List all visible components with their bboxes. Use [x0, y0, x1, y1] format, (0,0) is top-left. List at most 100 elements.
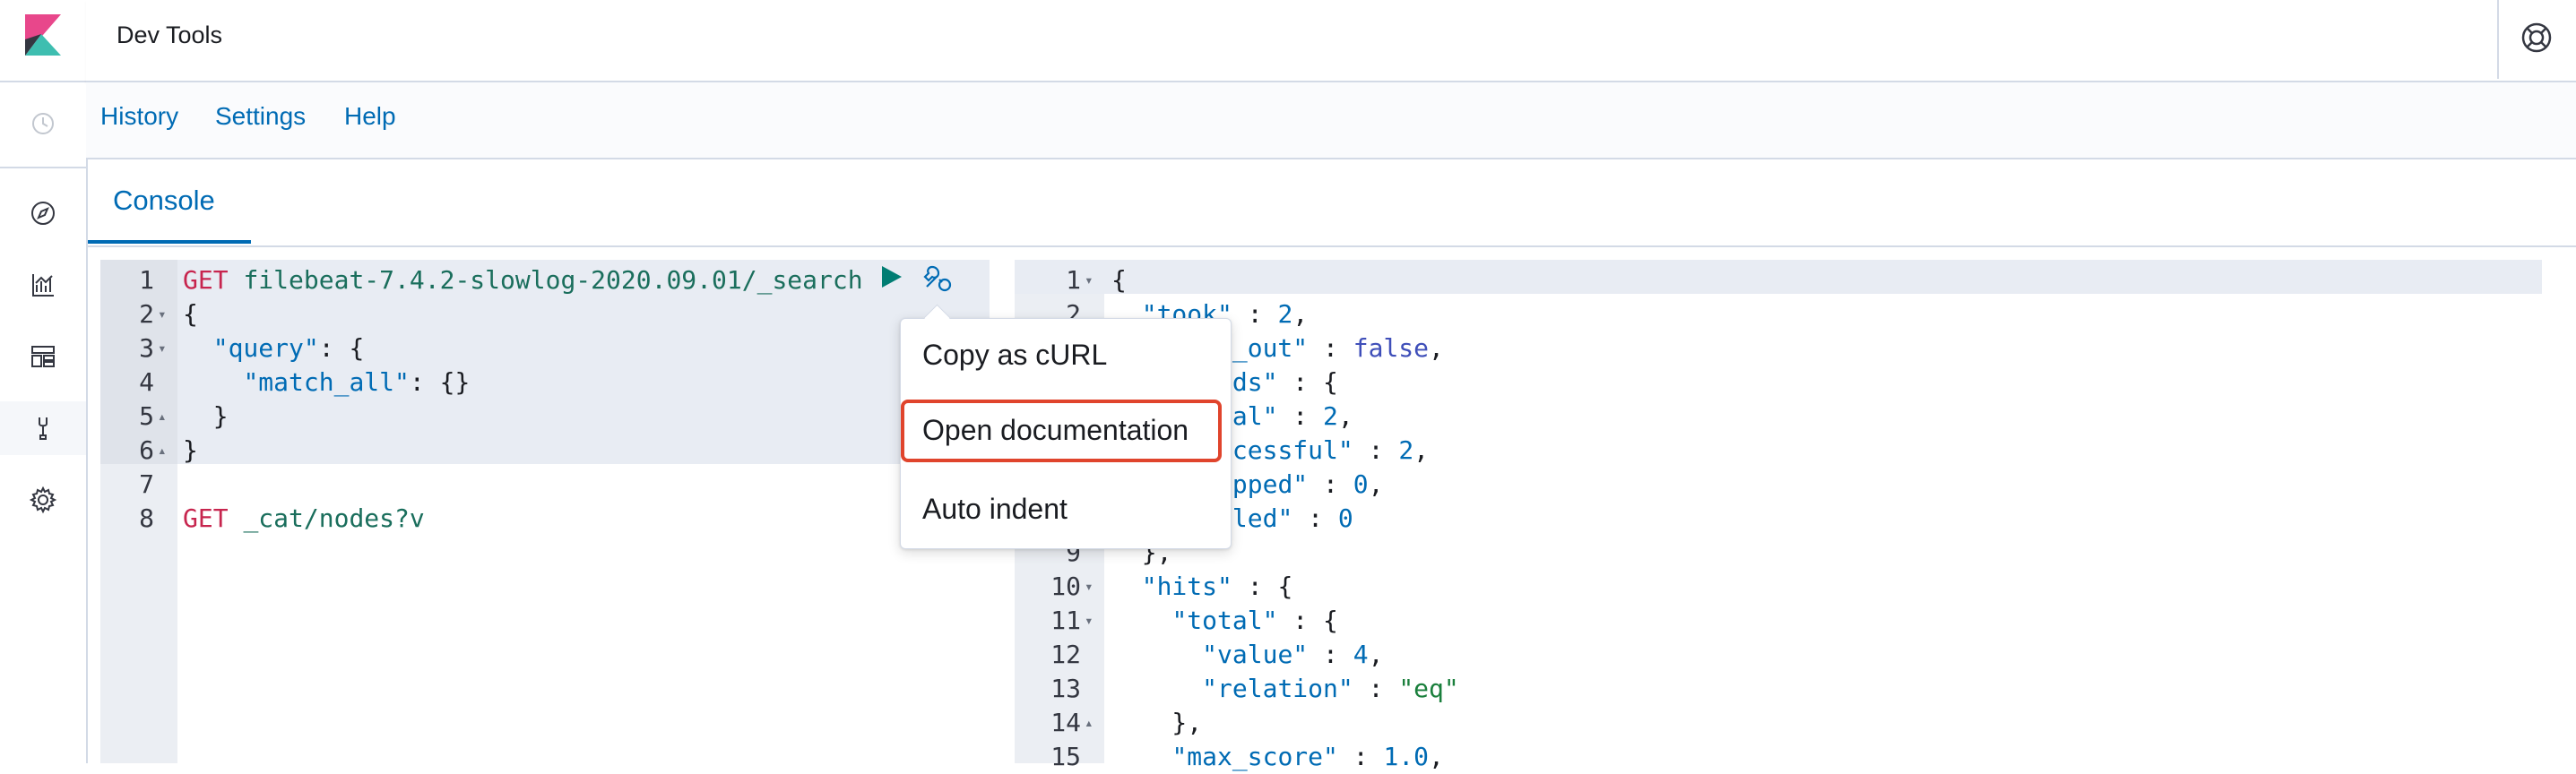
- code-token: },: [1111, 708, 1203, 737]
- code-token: :: [1292, 503, 1338, 533]
- code-token: : {: [1277, 367, 1338, 397]
- history-link[interactable]: History: [100, 102, 178, 131]
- code-token: : {: [318, 333, 365, 363]
- code-token: "value": [1202, 640, 1309, 669]
- code-line[interactable]: {: [183, 297, 198, 331]
- code-token: :: [1308, 640, 1353, 669]
- request-actions-menu: Copy as cURL Open documentation Auto ind…: [900, 304, 1232, 549]
- code-token: 0: [1353, 469, 1369, 499]
- fold-toggle-icon[interactable]: ▾: [1085, 263, 1094, 297]
- code-line[interactable]: "value" : 4,: [1111, 638, 1383, 672]
- code-line[interactable]: GET filebeat-7.4.2-slowlog-2020.09.01/_s…: [183, 263, 863, 297]
- code-token: 2: [1323, 401, 1338, 431]
- line-number: 14: [1050, 708, 1081, 737]
- fold-toggle-icon[interactable]: ▾: [158, 331, 167, 366]
- code-line[interactable]: "relation" : "eq": [1111, 672, 1459, 706]
- help-link[interactable]: Help: [344, 102, 396, 131]
- code-token: :: [1277, 401, 1324, 431]
- code-token: "relation": [1202, 674, 1353, 703]
- code-token: :: [1308, 333, 1353, 363]
- code-token: {: [183, 299, 198, 329]
- line-number: 6: [139, 435, 154, 465]
- compass-icon[interactable]: [27, 197, 59, 229]
- code-line[interactable]: "max_score" : 1.0,: [1111, 740, 1444, 774]
- lifebuoy-icon[interactable]: [2519, 20, 2554, 56]
- tab-active-underline: [88, 240, 251, 244]
- code-token: ,: [1429, 333, 1444, 363]
- line-number: 3: [139, 333, 154, 363]
- request-editor[interactable]: 1 GET filebeat-7.4.2-slowlog-2020.09.01/_…: [100, 260, 990, 763]
- code-token: }: [183, 435, 198, 465]
- wrench-icon[interactable]: [27, 412, 59, 444]
- code-line[interactable]: },: [1111, 706, 1202, 740]
- app-header: Dev Tools: [86, 0, 2576, 82]
- page-title: Dev Tools: [117, 22, 223, 48]
- code-line[interactable]: "hits" : {: [1111, 570, 1293, 604]
- tab-console[interactable]: Console: [113, 185, 215, 217]
- top-menu: History Settings Help: [86, 82, 2576, 159]
- line-number: 1: [1066, 265, 1081, 295]
- code-token: 2: [1398, 435, 1414, 465]
- code-line[interactable]: GET _cat/nodes?v: [183, 502, 425, 536]
- auto-indent-menu-item[interactable]: Auto indent: [922, 493, 1068, 526]
- settings-link[interactable]: Settings: [215, 102, 306, 131]
- fold-toggle-icon[interactable]: ▴: [1085, 706, 1094, 740]
- rail-divider: [0, 167, 86, 168]
- fold-toggle-icon[interactable]: ▴: [158, 434, 167, 468]
- play-icon[interactable]: [877, 262, 907, 292]
- fold-toggle-icon[interactable]: ▴: [158, 400, 167, 434]
- fold-toggle-icon[interactable]: ▾: [1085, 570, 1094, 604]
- tab-bar: Console: [86, 159, 2576, 247]
- copy-as-curl-menu-item[interactable]: Copy as cURL: [922, 339, 1107, 372]
- code-token: :: [1308, 469, 1353, 499]
- code-token: filebeat-7.4.2-slowlog-2020.09.01/_searc…: [243, 265, 863, 295]
- open-documentation-menu-item[interactable]: Open documentation: [922, 414, 1189, 447]
- code-token: GET: [183, 265, 229, 295]
- gear-icon[interactable]: [27, 484, 59, 516]
- code-line[interactable]: {: [1111, 263, 1127, 297]
- code-token: false: [1353, 333, 1430, 363]
- line-number: 11: [1050, 606, 1081, 635]
- code-token: ,: [1368, 640, 1384, 669]
- line-number: 5: [139, 401, 154, 431]
- fold-toggle-icon[interactable]: ▾: [1085, 604, 1094, 638]
- code-line[interactable]: "match_all": {}: [183, 366, 470, 400]
- code-line[interactable]: }: [183, 400, 229, 434]
- line-number: 1: [139, 265, 154, 295]
- chart-icon[interactable]: [27, 269, 59, 301]
- code-token: : {: [1277, 606, 1338, 635]
- rail-divider: [0, 81, 86, 82]
- code-token: :: [1232, 299, 1278, 329]
- kibana-logo-icon[interactable]: [25, 14, 61, 57]
- code-token: : {: [1232, 572, 1293, 601]
- code-token: }: [183, 401, 229, 431]
- fold-toggle-icon[interactable]: ▾: [158, 297, 167, 331]
- code-line[interactable]: }: [183, 434, 198, 468]
- code-token: "total": [1171, 606, 1278, 635]
- code-token: ,: [1429, 742, 1444, 771]
- code-token: :: [1353, 674, 1399, 703]
- code-token: :: [1337, 742, 1384, 771]
- code-token: "query": [212, 333, 319, 363]
- code-token: ,: [1292, 299, 1309, 329]
- code-token: 4: [1353, 640, 1369, 669]
- wrench-icon[interactable]: [920, 260, 955, 296]
- clock-icon[interactable]: [27, 108, 59, 140]
- line-number: 8: [139, 503, 154, 533]
- code-line[interactable]: "query": {: [183, 331, 365, 366]
- code-token: _cat/nodes?v: [243, 503, 425, 533]
- response-editor[interactable]: 1▾{2 "took" : 2,3 "timed_out" : false,4 …: [1015, 260, 2576, 771]
- code-token: "match_all": [243, 367, 410, 397]
- code-line[interactable]: "total" : {: [1111, 604, 1338, 638]
- line-number: 2: [139, 299, 154, 329]
- response-active-line: [1015, 260, 2542, 294]
- dashboard-icon[interactable]: [27, 340, 59, 373]
